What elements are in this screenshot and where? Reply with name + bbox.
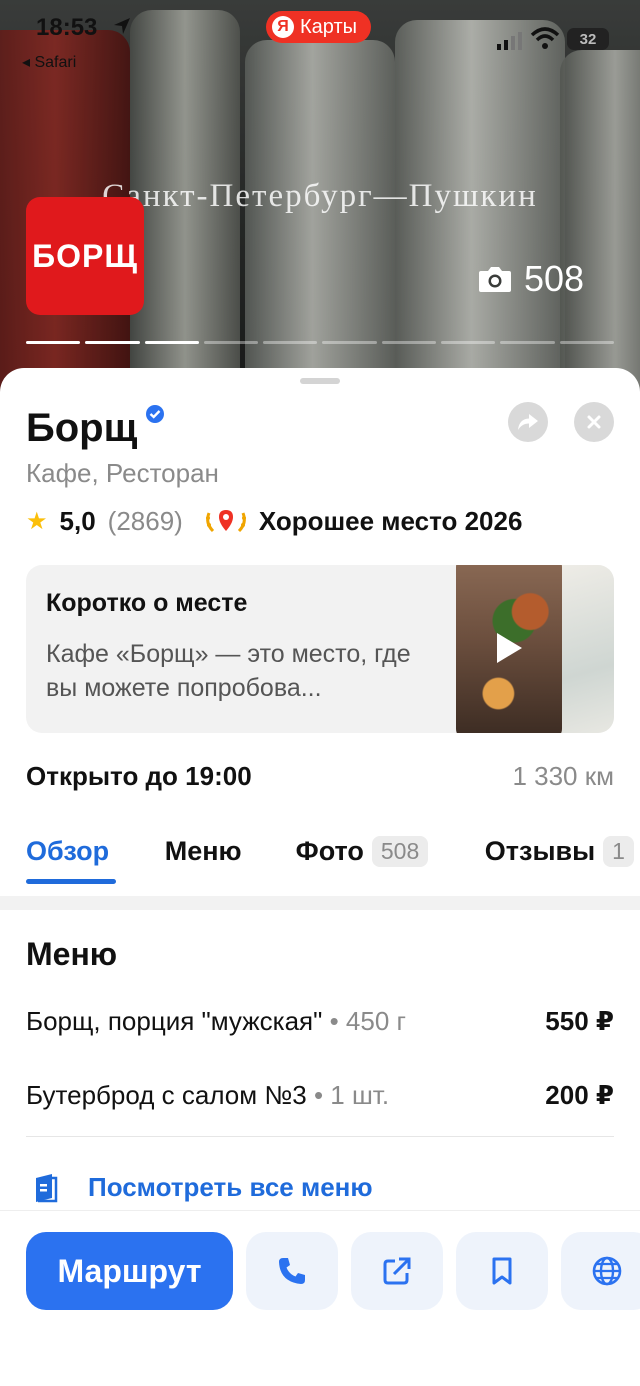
tab-label: Меню: [164, 836, 242, 866]
play-icon: [497, 633, 522, 663]
bookmark-icon: [492, 1257, 512, 1285]
photo-count[interactable]: 508: [478, 258, 584, 300]
share-button[interactable]: [508, 402, 548, 442]
award-laurel-icon: [205, 509, 246, 532]
award-label: Хорошее место 2026: [258, 506, 523, 536]
hero-photo[interactable]: Санкт-Петербург—Пушкин 18:53 ◂ Safari Я …: [0, 0, 640, 400]
globe-icon: [592, 1256, 622, 1286]
place-title: Борщ: [26, 406, 138, 450]
rating-row[interactable]: ★ 5,0 (2869) Хорошее место 2026: [26, 506, 522, 537]
tab-label: Обзор: [26, 836, 110, 866]
menu-item[interactable]: Бутерброд с салом №3 • 1 шт. 200 ₽: [26, 1080, 614, 1111]
yandex-maps-pill: Я Карты: [266, 11, 371, 43]
gallery-progress-segment: [322, 341, 377, 344]
status-time: 18:53: [36, 14, 98, 41]
view-all-menu-label: Посмотреть все меню: [88, 1172, 373, 1202]
about-video-thumbnail[interactable]: [456, 565, 562, 733]
menu-item-name: Бутерброд с салом №3: [26, 1080, 307, 1110]
location-arrow-icon: [114, 18, 130, 34]
gallery-progress-segment: [263, 341, 318, 344]
menu-item-name: Борщ, порция "мужская": [26, 1006, 323, 1036]
distance: 1 330 км: [512, 761, 614, 791]
reviews-count: (2869): [107, 506, 183, 536]
gallery-progress-segment: [144, 341, 199, 344]
star-icon: ★: [26, 508, 48, 535]
menu-heading: Меню: [26, 936, 118, 972]
menu-book-icon: [36, 1173, 58, 1202]
verified-badge-icon: [146, 405, 165, 423]
status-bar: 18:53 ◂ Safari Я Карты 32: [0, 0, 640, 80]
gallery-progress-segment: [559, 341, 614, 344]
menu-item-portion: • 450 г: [322, 1006, 406, 1036]
view-all-menu-link[interactable]: Посмотреть все меню: [34, 1172, 373, 1203]
yandex-logo-icon: Я: [272, 16, 294, 38]
about-text: Кафе «Борщ» — это место, где вы можете п…: [46, 640, 411, 702]
menu-item-price: 200 ₽: [545, 1080, 614, 1110]
gallery-progress: [26, 341, 614, 344]
gallery-progress-segment: [26, 341, 81, 344]
photo-count-value: 508: [524, 258, 585, 299]
battery-indicator: 32: [567, 28, 609, 50]
divider: [26, 1136, 614, 1137]
sheet-grabber[interactable]: [300, 378, 340, 384]
share-external-icon: [383, 1257, 411, 1285]
place-logo: БОРЩ: [26, 197, 144, 315]
title-row: Борщ: [26, 404, 165, 452]
menu-item-price: 550 ₽: [545, 1006, 614, 1036]
back-to-safari[interactable]: ◂ Safari: [22, 52, 76, 72]
camera-icon: [479, 267, 511, 292]
tab-reviews[interactable]: Отзывы 1: [485, 836, 640, 886]
tab-overview[interactable]: Обзор: [26, 836, 165, 886]
menu-item-portion: • 1 шт.: [306, 1080, 390, 1110]
bookmark-button[interactable]: [456, 1232, 548, 1310]
gallery-progress-segment: [85, 341, 140, 344]
place-category: Кафе, Ресторан: [26, 458, 219, 488]
tab-badge: 1: [603, 836, 634, 867]
menu-item[interactable]: Борщ, порция "мужская" • 450 г 550 ₽: [26, 1006, 614, 1037]
gallery-progress-segment: [441, 341, 496, 344]
gallery-progress-segment: [203, 341, 259, 344]
gallery-progress-segment: [500, 341, 555, 344]
section-divider: [0, 896, 640, 910]
tab-badge: 508: [371, 836, 429, 867]
share-arrow-icon: [518, 414, 538, 430]
tab-label: Фото: [295, 836, 364, 866]
app-pill-label: Карты: [300, 15, 357, 38]
gallery-progress-segment: [381, 341, 437, 344]
close-button[interactable]: [574, 402, 614, 442]
place-card-sheet: Борщ Кафе, Ресторан ★ 5,0 (2869) Хорошее…: [0, 368, 640, 1386]
about-card[interactable]: Коротко о месте Кафе «Борщ» — это место,…: [26, 565, 614, 733]
rating-value: 5,0: [59, 506, 96, 536]
website-button[interactable]: [561, 1232, 640, 1310]
tab-photo[interactable]: Фото 508: [296, 836, 485, 886]
about-title: Коротко о месте: [46, 589, 248, 617]
tab-bar: Обзор Меню Фото 508 Отзывы 1: [26, 836, 640, 886]
action-bar: Маршрут: [0, 1210, 640, 1386]
route-button[interactable]: Маршрут: [26, 1232, 233, 1310]
call-button[interactable]: [246, 1232, 338, 1310]
tab-label: Отзывы: [484, 836, 596, 866]
open-external-button[interactable]: [351, 1232, 443, 1310]
tab-menu[interactable]: Меню: [165, 836, 296, 886]
wifi-icon: [530, 27, 560, 49]
cellular-signal-icon: [497, 32, 522, 50]
phone-icon: [279, 1258, 305, 1284]
opening-hours[interactable]: Открыто до 19:00: [26, 761, 252, 792]
close-icon: [587, 415, 601, 429]
